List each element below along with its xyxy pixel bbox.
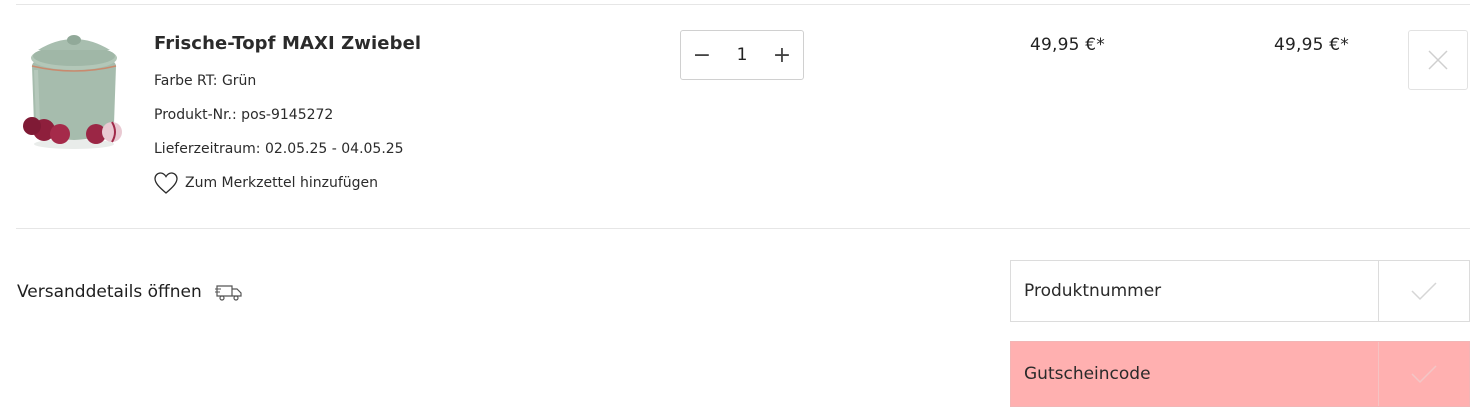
top-divider: [16, 4, 1470, 5]
product-color: Farbe RT: Grün: [154, 73, 257, 89]
quantity-value[interactable]: 1: [723, 45, 761, 65]
quantity-stepper: − 1 +: [680, 30, 804, 80]
product-number-form: [1010, 260, 1470, 322]
add-to-wishlist-link[interactable]: Zum Merkzettel hinzufügen: [153, 171, 378, 195]
truck-icon: [214, 285, 242, 301]
quantity-increase-button[interactable]: +: [761, 31, 803, 79]
close-icon: [1428, 50, 1448, 70]
checkmark-icon: [1411, 282, 1437, 301]
product-title[interactable]: Frische-Topf MAXI Zwiebel: [154, 33, 421, 54]
product-pot-image: [23, 35, 122, 149]
remove-item-button[interactable]: [1408, 30, 1468, 90]
unit-price: 49,95 €*: [1030, 35, 1105, 55]
section-divider: [16, 228, 1470, 229]
product-image[interactable]: [18, 26, 130, 154]
voucher-code-input[interactable]: [1011, 342, 1378, 406]
product-number: Produkt-Nr.: pos-9145272: [154, 107, 334, 123]
quantity-decrease-button[interactable]: −: [681, 31, 723, 79]
product-number-input[interactable]: [1011, 261, 1378, 321]
checkmark-icon: [1411, 365, 1437, 384]
voucher-submit-button[interactable]: [1378, 342, 1469, 406]
heart-icon: [154, 172, 178, 194]
total-price: 49,95 €*: [1274, 35, 1349, 55]
shipping-details-label: Versanddetails öffnen: [17, 282, 202, 302]
delivery-period: Lieferzeitraum: 02.05.25 - 04.05.25: [154, 141, 404, 157]
voucher-form: [1010, 341, 1470, 407]
shipping-details-toggle[interactable]: Versanddetails öffnen: [17, 282, 243, 302]
wishlist-label: Zum Merkzettel hinzufügen: [185, 175, 379, 191]
product-number-submit-button[interactable]: [1378, 261, 1469, 321]
